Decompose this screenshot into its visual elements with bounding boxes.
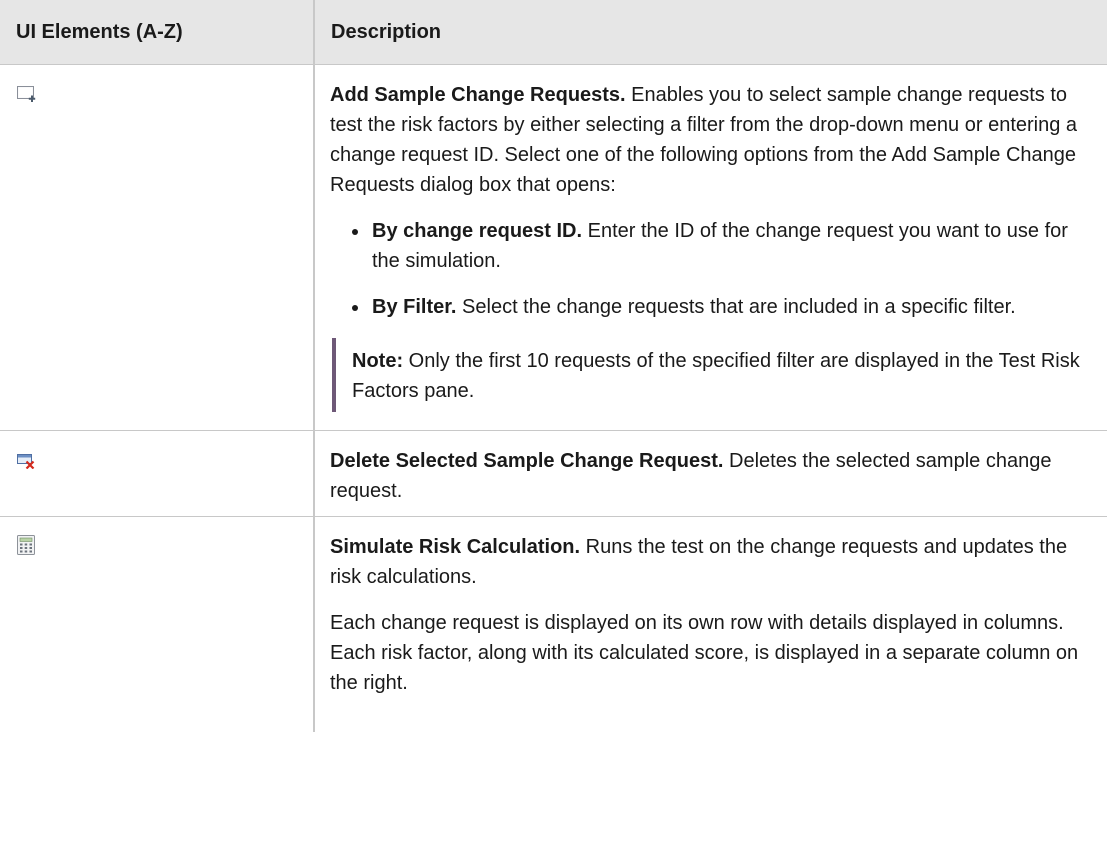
description-cell: Simulate Risk Calculation. Runs the test… <box>313 516 1107 732</box>
options-list: By change request ID. Enter the ID of th… <box>330 216 1091 322</box>
option-text: Select the change requests that are incl… <box>456 296 1016 318</box>
icon-cell <box>0 430 314 517</box>
description-paragraph: Delete Selected Sample Change Request. D… <box>330 446 1091 506</box>
element-title: Add Sample Change Requests. <box>330 84 626 106</box>
option-title: By Filter. <box>372 296 457 318</box>
icon-cell <box>0 517 314 733</box>
column-header-description: Description <box>313 0 1107 65</box>
description-cell: Delete Selected Sample Change Request. D… <box>313 430 1107 517</box>
note-text: Only the first 10 requests of the specif… <box>352 350 1080 402</box>
calculator-icon[interactable] <box>17 534 35 564</box>
icon-cell <box>0 64 314 431</box>
description-paragraph: Add Sample Change Requests. Enables you … <box>330 80 1091 200</box>
description-paragraph: Simulate Risk Calculation. Runs the test… <box>330 532 1091 592</box>
table-row: Delete Selected Sample Change Request. D… <box>0 430 1107 517</box>
delete-sample-icon[interactable] <box>17 448 35 478</box>
element-title: Simulate Risk Calculation. <box>330 536 581 558</box>
note-block: Note: Only the first 10 requests of the … <box>332 338 1091 412</box>
list-item: By change request ID. Enter the ID of th… <box>352 216 1091 276</box>
table-row: Add Sample Change Requests. Enables you … <box>0 64 1107 431</box>
list-item: By Filter. Select the change requests th… <box>352 292 1091 322</box>
description-cell: Add Sample Change Requests. Enables you … <box>313 64 1107 431</box>
description-paragraph: Each change request is displayed on its … <box>330 612 1079 694</box>
column-header-ui-elements: UI Elements (A-Z) <box>0 0 314 65</box>
note-label: Note: <box>352 350 404 372</box>
element-title: Delete Selected Sample Change Request. <box>330 450 724 472</box>
add-sample-icon[interactable] <box>17 82 37 112</box>
option-title: By change request ID. <box>372 220 583 242</box>
table-header-row: UI Elements (A-Z) Description <box>0 0 1107 65</box>
table-row: Simulate Risk Calculation. Runs the test… <box>0 516 1107 733</box>
ui-elements-table: UI Elements (A-Z) Description Add Sample… <box>0 0 1107 732</box>
